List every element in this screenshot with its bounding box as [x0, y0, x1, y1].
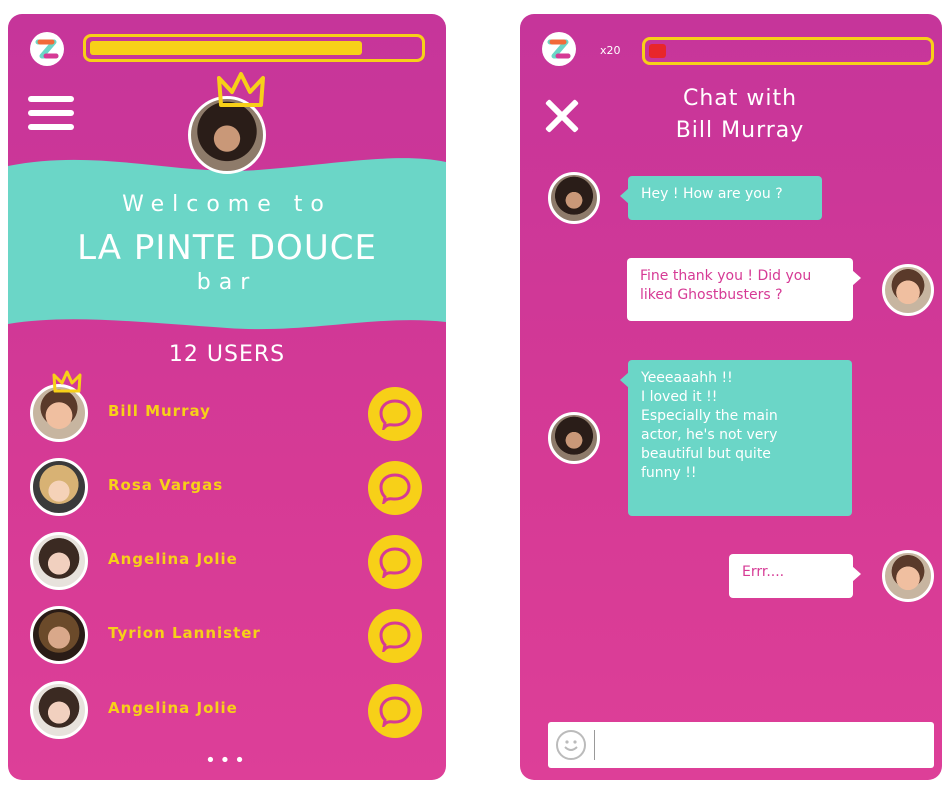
multiplier-label: x20	[600, 44, 621, 57]
more-users-indicator[interactable]: •••	[8, 750, 446, 771]
app-logo	[542, 32, 576, 66]
message-text: I loved it !!	[641, 389, 718, 405]
user-avatar[interactable]	[30, 606, 88, 664]
progress-meter-fill	[649, 44, 666, 58]
user-row[interactable]: Angelina Jolie	[8, 681, 446, 741]
progress-meter	[642, 37, 934, 65]
message-bubble-incoming: Yeeeaaahh !! I loved it !! Especially th…	[620, 360, 852, 516]
progress-meter	[83, 34, 425, 62]
message-bubble-outgoing: Fine thank you ! Did you liked Ghostbust…	[627, 258, 861, 321]
user-name: Bill Murray	[108, 402, 211, 420]
user-avatar[interactable]	[30, 532, 88, 590]
chat-screen: x20 Chat with Bill Murray Hey ! How are …	[520, 14, 942, 780]
menu-icon-bar	[28, 96, 74, 102]
user-name: Angelina Jolie	[108, 550, 238, 568]
chat-bubble-icon	[379, 399, 411, 430]
bar-lobby-screen: Welcome to LA PINTE DOUCE bar 12 USERS B…	[8, 14, 446, 780]
user-name: Tyrion Lannister	[108, 624, 261, 642]
chat-button[interactable]	[368, 461, 422, 515]
message-text: liked Ghostbusters ?	[640, 287, 783, 303]
message-text: Yeeeaaahh !!	[641, 370, 733, 386]
message-text: Fine thank you ! Did you	[640, 268, 812, 284]
user-row[interactable]: Bill Murray	[8, 370, 446, 444]
message-bubble-incoming: Hey ! How are you ?	[620, 176, 822, 220]
menu-button[interactable]	[28, 96, 74, 130]
chat-button[interactable]	[368, 609, 422, 663]
message-text: Errr....	[742, 564, 785, 580]
message-text: actor, he's not very	[641, 427, 778, 443]
app-logo	[30, 32, 64, 66]
message-avatar	[548, 172, 600, 224]
user-avatar[interactable]	[30, 681, 88, 739]
chat-title-contact: Bill Murray	[675, 118, 805, 143]
chat-button[interactable]	[368, 684, 422, 738]
menu-icon-bar	[28, 124, 74, 130]
message-composer	[548, 722, 934, 768]
user-row[interactable]: Rosa Vargas	[8, 458, 446, 518]
user-row[interactable]: Angelina Jolie	[8, 532, 446, 592]
chat-bubble-icon	[379, 473, 411, 504]
chat-button[interactable]	[368, 535, 422, 589]
emoji-icon[interactable]	[556, 730, 586, 760]
message-avatar	[548, 412, 600, 464]
progress-meter-fill	[90, 41, 363, 55]
message-text: beautiful but quite	[641, 446, 771, 462]
message-text: Especially the main	[641, 408, 778, 424]
user-row[interactable]: Tyrion Lannister	[8, 606, 446, 666]
user-avatar[interactable]	[30, 458, 88, 516]
message-input[interactable]	[602, 730, 926, 762]
message-avatar	[882, 264, 934, 316]
chat-bubble-icon	[379, 547, 411, 578]
menu-icon-bar	[28, 110, 74, 116]
chat-title-line1: Chat with	[682, 86, 798, 111]
user-name: Angelina Jolie	[108, 699, 238, 717]
crown-icon	[217, 72, 265, 107]
message-avatar	[882, 550, 934, 602]
message-text: Hey ! How are you ?	[641, 186, 783, 202]
close-icon[interactable]	[544, 98, 580, 134]
welcome-text: Welcome to	[122, 192, 332, 217]
chat-bubble-icon	[379, 696, 411, 727]
message-bubble-outgoing: Errr....	[729, 554, 861, 598]
user-name: Rosa Vargas	[108, 476, 224, 494]
users-count: 12 USERS	[168, 342, 286, 367]
message-text: funny !!	[641, 465, 697, 481]
bar-type: bar	[196, 270, 258, 295]
chat-bubble-icon	[379, 621, 411, 652]
composer-divider	[594, 730, 595, 760]
bar-name: LA PINTE DOUCE	[77, 228, 377, 268]
chat-button[interactable]	[368, 387, 422, 441]
crown-icon	[52, 370, 82, 393]
